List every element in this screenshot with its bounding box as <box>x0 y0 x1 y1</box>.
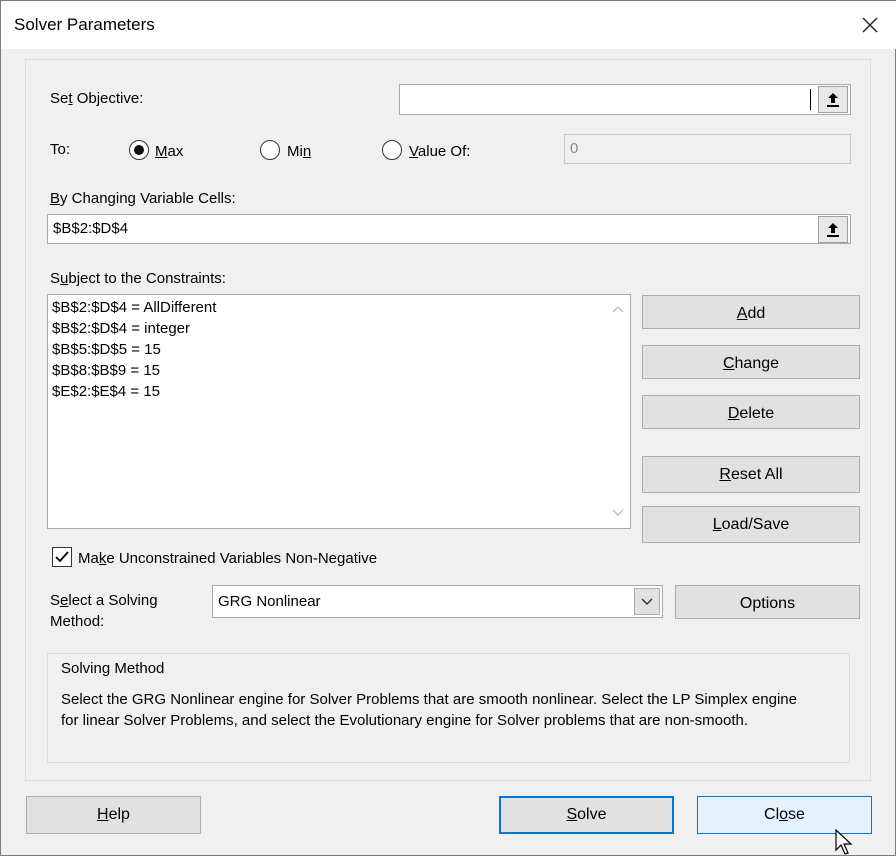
options-button[interactable]: Options <box>675 585 860 619</box>
description-line: Select the GRG Nonlinear engine for Solv… <box>61 691 797 708</box>
radio-min-label: Min <box>287 143 312 160</box>
scroll-up-icon[interactable] <box>611 304 625 314</box>
add-button[interactable]: Add <box>642 295 860 329</box>
help-button[interactable]: Help <box>26 796 201 834</box>
constraints-scrollbar[interactable] <box>605 296 631 527</box>
set-objective-collapse-button[interactable] <box>818 86 848 113</box>
radio-max[interactable]: Max <box>129 140 259 164</box>
solve-button[interactable]: Solve <box>499 796 674 834</box>
to-label: To: <box>50 141 71 158</box>
close-icon <box>862 17 878 33</box>
delete-button[interactable]: Delete <box>642 395 860 429</box>
solving-method-group-title: Solving Method <box>61 660 165 677</box>
mouse-cursor-icon <box>835 829 853 855</box>
close-window-button[interactable] <box>852 7 888 43</box>
reset-all-button[interactable]: Reset All <box>642 456 860 493</box>
value-of-input[interactable]: 0 <box>564 134 851 164</box>
radio-value-of[interactable]: Value Of: <box>382 140 512 164</box>
non-negative-checkbox[interactable] <box>52 547 72 567</box>
window-title: Solver Parameters <box>14 15 155 34</box>
solving-method-label: Select a Solving Method: <box>50 592 158 630</box>
collapse-dialog-icon <box>827 93 839 107</box>
description-line: for linear Solver Problems, and select t… <box>61 712 749 729</box>
solving-method-select[interactable]: GRG Nonlinear <box>212 585 663 618</box>
constraints-label: Subject to the Constraints: <box>50 270 226 287</box>
changing-cells-collapse-button[interactable] <box>818 216 848 243</box>
radio-icon <box>129 140 149 160</box>
radio-min[interactable]: Min <box>260 140 360 164</box>
radio-icon <box>382 140 402 160</box>
set-objective-input[interactable] <box>399 84 851 115</box>
change-button[interactable]: Change <box>642 345 860 379</box>
solver-parameters-dialog: Solver Parameters Set Objective: To: Max… <box>0 0 896 856</box>
checkbox-check-icon <box>55 551 69 563</box>
text-cursor <box>810 89 811 110</box>
load-save-button[interactable]: Load/Save <box>642 506 860 543</box>
list-item[interactable]: $B$5:$D$5 = 15 <box>52 341 161 358</box>
changing-cells-input[interactable]: $B$2:$D$4 <box>47 214 851 244</box>
chevron-down-icon <box>641 598 653 606</box>
solving-method-description: Select the GRG Nonlinear engine for Solv… <box>61 689 841 731</box>
list-item[interactable]: $B$2:$D$4 = AllDifferent <box>52 299 216 316</box>
collapse-dialog-icon <box>827 223 839 237</box>
solving-method-dropdown-button[interactable] <box>634 588 660 615</box>
changing-cells-label: By Changing Variable Cells: <box>50 190 236 207</box>
set-objective-label: Set Objective: <box>50 90 144 107</box>
radio-icon <box>260 140 280 160</box>
non-negative-label: Make Unconstrained Variables Non-Negativ… <box>78 550 378 567</box>
list-item[interactable]: $B$8:$B$9 = 15 <box>52 362 160 379</box>
radio-max-label: Max <box>155 143 184 160</box>
constraints-list[interactable]: $B$2:$D$4 = AllDifferent $B$2:$D$4 = int… <box>47 294 631 529</box>
radio-value-of-label: Value Of: <box>409 143 471 160</box>
list-item[interactable]: $E$2:$E$4 = 15 <box>52 383 160 400</box>
title-bar: Solver Parameters <box>1 1 896 49</box>
scroll-down-icon[interactable] <box>611 508 625 518</box>
list-item[interactable]: $B$2:$D$4 = integer <box>52 320 190 337</box>
